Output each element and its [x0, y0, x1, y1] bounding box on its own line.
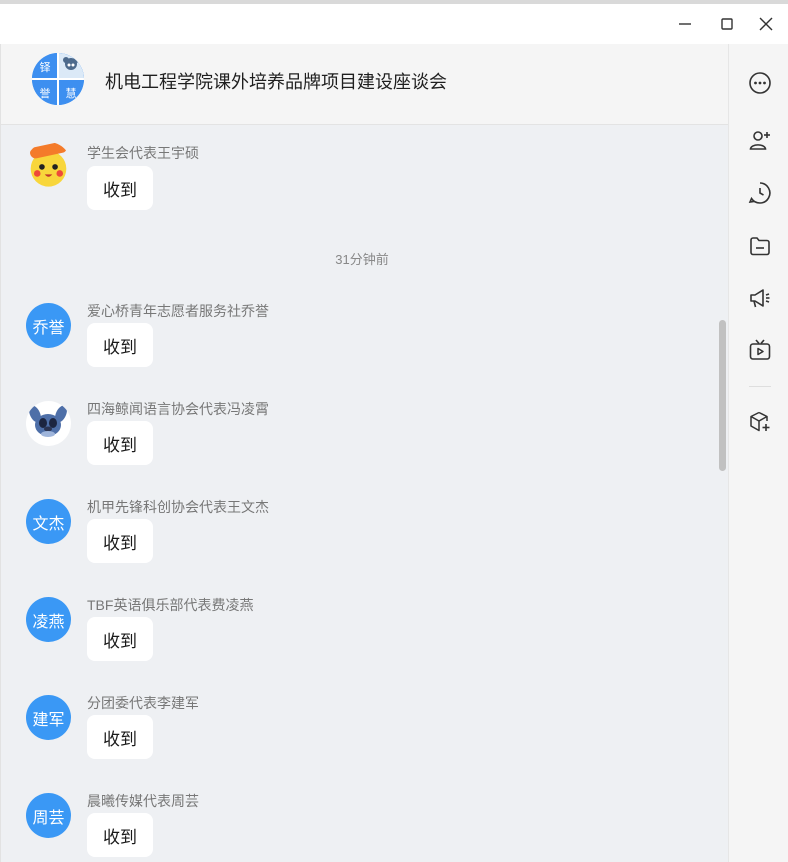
right-sidebar: [728, 44, 788, 862]
group-avatar-char-3: 慧: [66, 86, 77, 100]
message-bubble[interactable]: 收到: [87, 617, 153, 661]
sender-name: 学生会代表王宇硕: [87, 145, 199, 161]
avatar[interactable]: 文杰: [26, 499, 71, 544]
pikachu-avatar-image: [30, 142, 67, 187]
folder-icon: [750, 237, 770, 256]
chat-header: 铎 誉 慧 机电工程学院课外培养品牌项目建设座谈会: [1, 44, 729, 125]
group-avatar-image: 铎 誉 慧: [32, 53, 84, 105]
maximize-button[interactable]: [713, 10, 741, 38]
chat-main: 铎 誉 慧 机电工程学院课外培养品牌项目建设座谈会 学生会代表王宇硕 收到 31…: [0, 44, 729, 862]
app-add-button[interactable]: [746, 408, 774, 436]
more-button[interactable]: [746, 69, 774, 97]
sender-name: TBF英语俱乐部代表费凌燕: [87, 597, 254, 613]
add-member-icon: [749, 131, 770, 150]
message-bubble[interactable]: 收到: [87, 813, 153, 857]
timestamp: 31分钟前: [335, 252, 389, 267]
announcement-button[interactable]: [746, 284, 774, 312]
sender-name: 四海鲸闻语言协会代表冯凌霄: [87, 401, 269, 417]
avatar-pikachu[interactable]: [26, 142, 71, 187]
message-bubble[interactable]: 收到: [87, 715, 153, 759]
avatar[interactable]: 建军: [26, 695, 71, 740]
sender-name: 分团委代表李建军: [87, 695, 199, 711]
video-button[interactable]: [746, 336, 774, 364]
sidebar-divider: [749, 386, 771, 387]
close-icon: [759, 17, 773, 31]
history-button[interactable]: [746, 179, 774, 207]
message-list[interactable]: 学生会代表王宇硕 收到 31分钟前 乔誉 爱心桥青年志愿者服务社乔誉 收到 四海…: [1, 126, 717, 862]
message-bubble[interactable]: 收到: [87, 323, 153, 367]
sender-name: 晨曦传媒代表周芸: [87, 793, 199, 809]
minimize-button[interactable]: [671, 10, 699, 38]
group-avatar[interactable]: 铎 誉 慧: [32, 53, 84, 105]
group-avatar-char-2: 誉: [40, 86, 51, 100]
message-bubble[interactable]: 收到: [87, 519, 153, 563]
sender-name: 机甲先锋科创协会代表王文杰: [87, 499, 269, 515]
avatar[interactable]: 凌燕: [26, 597, 71, 642]
avatar[interactable]: 乔誉: [26, 303, 71, 348]
chat-title: 机电工程学院课外培养品牌项目建设座谈会: [105, 72, 447, 92]
announcement-icon: [750, 289, 770, 308]
sender-name: 爱心桥青年志愿者服务社乔誉: [87, 303, 269, 319]
title-bar: [0, 4, 788, 44]
scrollbar-thumb[interactable]: [719, 320, 726, 471]
avatar[interactable]: 周芸: [26, 793, 71, 838]
app-add-icon: [750, 411, 770, 432]
more-icon: [749, 72, 771, 94]
files-button[interactable]: [746, 232, 774, 260]
message-bubble[interactable]: 收到: [87, 421, 153, 465]
group-avatar-char-1: 铎: [40, 61, 51, 74]
close-button[interactable]: [752, 10, 780, 38]
message-bubble[interactable]: 收到: [87, 166, 153, 210]
stitch-avatar-image: [29, 405, 67, 437]
maximize-icon: [721, 18, 733, 30]
video-icon: [749, 339, 771, 360]
avatar-stitch[interactable]: [26, 401, 71, 446]
minimize-icon: [679, 23, 691, 25]
history-icon: [748, 182, 771, 204]
add-member-button[interactable]: [746, 126, 774, 154]
